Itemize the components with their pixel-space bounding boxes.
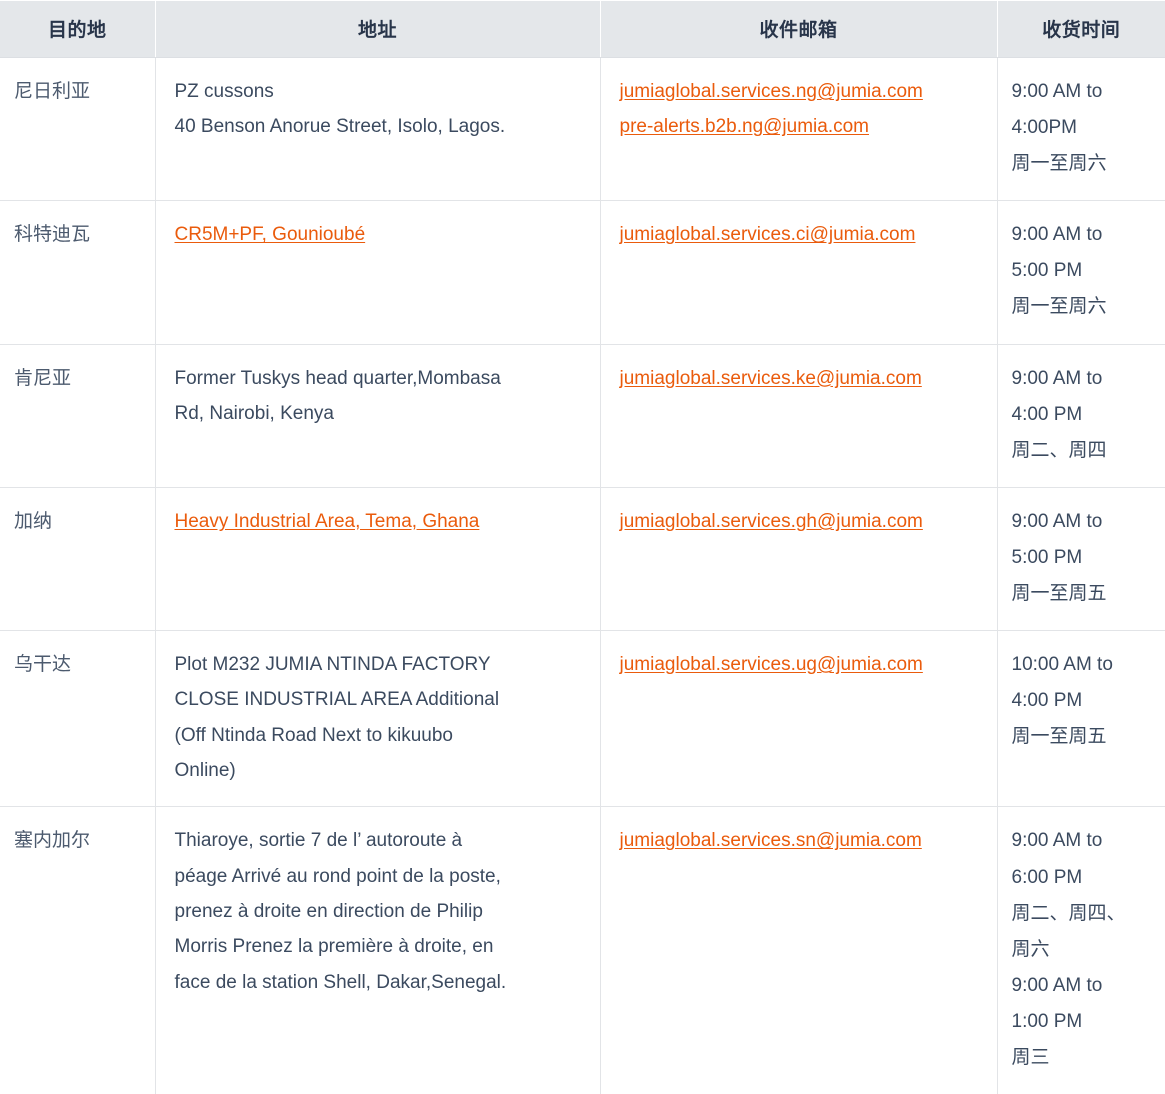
column-header-destination: 目的地: [0, 1, 155, 58]
destination-label: 塞内加尔: [14, 830, 90, 851]
address-line: CLOSE INDUSTRIAL AREA Additional: [175, 682, 586, 717]
column-header-email: 收件邮箱: [600, 1, 997, 58]
cell-destination: 尼日利亚: [0, 58, 155, 201]
receiving-time-line: 5:00 PM: [1012, 253, 1152, 289]
table-row: 塞内加尔 Thiaroye, sortie 7 de l’ autoroute à…: [0, 807, 1165, 1094]
receiving-time-line: 周一至周五: [1012, 719, 1152, 755]
table-header: 目的地 地址 收件邮箱 收货时间: [0, 1, 1165, 58]
receiving-time-line: 周一至周六: [1012, 289, 1152, 325]
receiving-time-line: 4:00PM: [1012, 110, 1152, 146]
receiving-time-line: 9:00 AM to: [1012, 823, 1152, 859]
email-link[interactable]: jumiaglobal.services.ke@jumia.com: [620, 361, 983, 396]
address-line: 40 Benson Anorue Street, Isolo, Lagos.: [175, 109, 586, 144]
receiving-time-line: 周二、周四、: [1012, 896, 1152, 932]
destination-label: 尼日利亚: [14, 81, 90, 102]
cell-receiving-time: 9:00 AM to5:00 PM周一至周五: [997, 487, 1165, 630]
cell-receiving-time: 10:00 AM to4:00 PM周一至周五: [997, 631, 1165, 807]
cell-receiving-time: 9:00 AM to5:00 PM周一至周六: [997, 201, 1165, 344]
receiving-time-line: 9:00 AM to: [1012, 504, 1152, 540]
receiving-time-line: 10:00 AM to: [1012, 647, 1152, 683]
cell-address: Thiaroye, sortie 7 de l’ autoroute àpéag…: [155, 807, 600, 1094]
cell-address: CR5M+PF, Gounioubé: [155, 201, 600, 344]
email-link[interactable]: jumiaglobal.services.sn@jumia.com: [620, 823, 983, 858]
receiving-time-line: 9:00 AM to: [1012, 968, 1152, 1004]
address-line: Plot M232 JUMIA NTINDA FACTORY: [175, 647, 586, 682]
table-body: 尼日利亚 PZ cussons40 Benson Anorue Street, I…: [0, 58, 1165, 1094]
address-map-link[interactable]: Heavy Industrial Area, Tema, Ghana: [175, 504, 586, 539]
cell-address: Heavy Industrial Area, Tema, Ghana: [155, 487, 600, 630]
cell-address: PZ cussons40 Benson Anorue Street, Isolo…: [155, 58, 600, 201]
email-link[interactable]: jumiaglobal.services.ci@jumia.com: [620, 217, 983, 252]
address-line: Rd, Nairobi, Kenya: [175, 396, 586, 431]
receiving-time-line: 9:00 AM to: [1012, 74, 1152, 110]
receiving-time-line: 9:00 AM to: [1012, 361, 1152, 397]
cell-destination: 肯尼亚: [0, 344, 155, 487]
email-link[interactable]: jumiaglobal.services.gh@jumia.com: [620, 504, 983, 539]
cell-receiving-time: 9:00 AM to4:00PM周一至周六: [997, 58, 1165, 201]
email-link[interactable]: jumiaglobal.services.ug@jumia.com: [620, 647, 983, 682]
receiving-time-line: 9:00 AM to: [1012, 217, 1152, 253]
address-line: Former Tuskys head quarter,Mombasa: [175, 361, 586, 396]
receiving-time-line: 周二、周四: [1012, 433, 1152, 469]
column-header-address: 地址: [155, 1, 600, 58]
receiving-time-line: 6:00 PM: [1012, 860, 1152, 896]
address-line: Thiaroye, sortie 7 de l’ autoroute à: [175, 823, 586, 858]
cell-email: jumiaglobal.services.ng@jumia.compre-ale…: [600, 58, 997, 201]
shipping-destinations-table: 目的地 地址 收件邮箱 收货时间 尼日利亚 PZ cussons40 Benson…: [0, 0, 1165, 1094]
address-line: Online): [175, 753, 586, 788]
cell-destination: 塞内加尔: [0, 807, 155, 1094]
destination-label: 科特迪瓦: [14, 224, 90, 245]
address-line: péage Arrivé au rond point de la poste,: [175, 859, 586, 894]
table-row: 乌干达 Plot M232 JUMIA NTINDA FACTORYCLOSE I…: [0, 631, 1165, 807]
destination-label: 肯尼亚: [14, 368, 71, 389]
receiving-time-line: 4:00 PM: [1012, 397, 1152, 433]
cell-email: jumiaglobal.services.sn@jumia.com: [600, 807, 997, 1094]
receiving-time-line: 4:00 PM: [1012, 683, 1152, 719]
address-map-link[interactable]: CR5M+PF, Gounioubé: [175, 217, 586, 252]
cell-receiving-time: 9:00 AM to6:00 PM周二、周四、周六9:00 AM to1:00 …: [997, 807, 1165, 1094]
cell-email: jumiaglobal.services.gh@jumia.com: [600, 487, 997, 630]
table-row: 科特迪瓦 CR5M+PF, Gounioubé jumiaglobal.servic…: [0, 201, 1165, 344]
destination-label: 乌干达: [14, 654, 71, 675]
destination-label: 加纳: [14, 511, 52, 532]
cell-email: jumiaglobal.services.ke@jumia.com: [600, 344, 997, 487]
receiving-time-line: 周一至周五: [1012, 576, 1152, 612]
address-line: (Off Ntinda Road Next to kikuubo: [175, 718, 586, 753]
receiving-time-line: 1:00 PM: [1012, 1004, 1152, 1040]
cell-address: Former Tuskys head quarter,MombasaRd, Na…: [155, 344, 600, 487]
cell-email: jumiaglobal.services.ci@jumia.com: [600, 201, 997, 344]
cell-email: jumiaglobal.services.ug@jumia.com: [600, 631, 997, 807]
address-line: Morris Prenez la première à droite, en: [175, 929, 586, 964]
table-row: 肯尼亚 Former Tuskys head quarter,MombasaRd,…: [0, 344, 1165, 487]
cell-destination: 科特迪瓦: [0, 201, 155, 344]
table-row: 尼日利亚 PZ cussons40 Benson Anorue Street, I…: [0, 58, 1165, 201]
cell-destination: 乌干达: [0, 631, 155, 807]
table-header-row: 目的地 地址 收件邮箱 收货时间: [0, 1, 1165, 58]
cell-address: Plot M232 JUMIA NTINDA FACTORYCLOSE INDU…: [155, 631, 600, 807]
email-link[interactable]: jumiaglobal.services.ng@jumia.com: [620, 74, 983, 109]
address-line: prenez à droite en direction de Philip: [175, 894, 586, 929]
column-header-time: 收货时间: [997, 1, 1165, 58]
receiving-time-line: 周一至周六: [1012, 146, 1152, 182]
address-line: PZ cussons: [175, 74, 586, 109]
receiving-time-line: 周三: [1012, 1040, 1152, 1076]
cell-destination: 加纳: [0, 487, 155, 630]
email-link[interactable]: pre-alerts.b2b.ng@jumia.com: [620, 109, 983, 144]
cell-receiving-time: 9:00 AM to4:00 PM周二、周四: [997, 344, 1165, 487]
address-line: face de la station Shell, Dakar,Senegal.: [175, 965, 586, 1000]
shipping-destinations-table-wrapper: 目的地 地址 收件邮箱 收货时间 尼日利亚 PZ cussons40 Benson…: [0, 0, 1165, 1094]
table-row: 加纳 Heavy Industrial Area, Tema, Ghana jumi…: [0, 487, 1165, 630]
receiving-time-line: 周六: [1012, 932, 1152, 968]
receiving-time-line: 5:00 PM: [1012, 540, 1152, 576]
